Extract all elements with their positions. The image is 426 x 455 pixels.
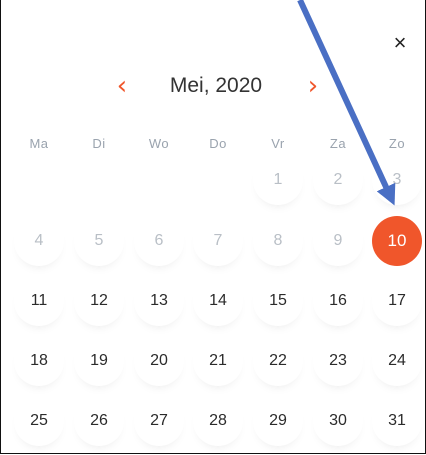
day-cell[interactable]: 21 xyxy=(193,336,243,386)
day-cell[interactable]: 18 xyxy=(14,336,64,386)
weekday-fri: Vr xyxy=(271,136,285,151)
day-cell[interactable]: 17 xyxy=(372,276,422,326)
day-cell[interactable]: 19 xyxy=(74,336,124,386)
day-cell[interactable]: 29 xyxy=(253,396,303,446)
day-cell[interactable]: 22 xyxy=(253,336,303,386)
weekday-wed: Wo xyxy=(148,136,170,151)
day-cell[interactable]: 7 xyxy=(193,216,243,266)
day-cell[interactable]: 25 xyxy=(14,396,64,446)
day-cell[interactable]: 23 xyxy=(313,336,363,386)
month-header: ‹ Mei, 2020 › xyxy=(1,68,426,104)
day-cell[interactable]: 2 xyxy=(313,155,363,205)
day-cell[interactable]: 1 xyxy=(253,155,303,205)
day-cell[interactable]: 8 xyxy=(253,216,303,266)
day-cell[interactable]: 9 xyxy=(313,216,363,266)
day-cell[interactable]: 24 xyxy=(372,336,422,386)
weekday-thu: Do xyxy=(209,136,227,151)
weekday-sat: Za xyxy=(329,136,347,151)
day-cell-selected[interactable]: 10 xyxy=(372,216,422,266)
day-cell[interactable]: 4 xyxy=(14,216,64,266)
day-cell[interactable]: 15 xyxy=(253,276,303,326)
month-title: Mei, 2020 xyxy=(169,74,263,97)
day-cell[interactable]: 14 xyxy=(193,276,243,326)
day-cell[interactable]: 28 xyxy=(193,396,243,446)
weekday-tue: Di xyxy=(92,136,106,151)
day-cell[interactable]: 11 xyxy=(14,276,64,326)
chevron-left-icon[interactable]: ‹ xyxy=(110,72,134,100)
date-picker-dialog: × ‹ Mei, 2020 › Ma Di Wo Do Vr Za Zo 123… xyxy=(0,0,426,454)
day-cell[interactable]: 16 xyxy=(313,276,363,326)
day-cell[interactable]: 5 xyxy=(74,216,124,266)
weekday-sun: Zo xyxy=(388,136,406,151)
day-cell[interactable]: 31 xyxy=(372,396,422,446)
day-cell[interactable]: 27 xyxy=(134,396,184,446)
day-cell[interactable]: 13 xyxy=(134,276,184,326)
day-cell[interactable]: 3 xyxy=(372,155,422,205)
day-cell[interactable]: 30 xyxy=(313,396,363,446)
day-cell[interactable]: 6 xyxy=(134,216,184,266)
day-cell[interactable]: 20 xyxy=(134,336,184,386)
day-cell[interactable]: 12 xyxy=(74,276,124,326)
chevron-right-icon[interactable]: › xyxy=(301,72,325,100)
day-cell[interactable]: 26 xyxy=(74,396,124,446)
weekday-mon: Ma xyxy=(29,136,49,151)
close-icon[interactable]: × xyxy=(387,30,413,56)
